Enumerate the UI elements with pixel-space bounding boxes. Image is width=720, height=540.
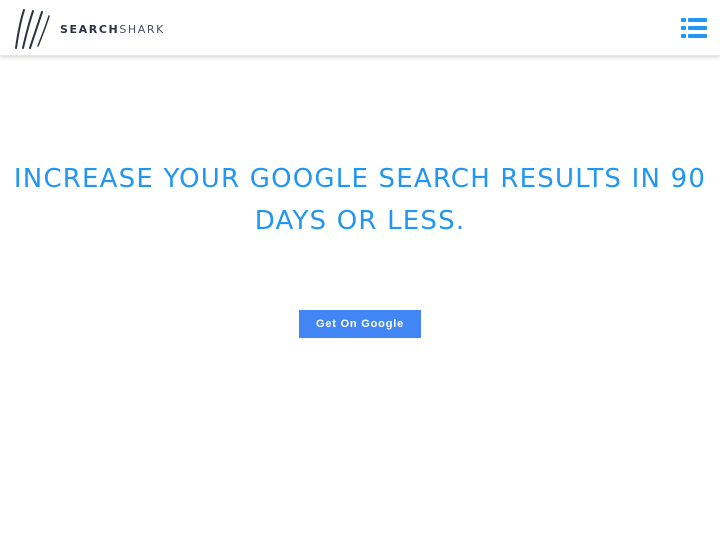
get-on-google-button[interactable]: Get On Google xyxy=(299,310,421,338)
searchshark-logo[interactable]: SEARCHSHARK xyxy=(14,8,165,50)
logo-text-search: SEARCH xyxy=(60,22,120,36)
list-menu-icon xyxy=(681,18,707,38)
logo-text-shark: SHARK xyxy=(119,22,165,36)
site-header: SEARCHSHARK xyxy=(0,0,720,56)
hero-title: INCREASE YOUR GOOGLE SEARCH RESULTS IN 9… xyxy=(13,164,707,236)
menu-button[interactable] xyxy=(680,16,708,40)
shark-fin-logo-icon xyxy=(15,9,50,49)
logo-wordmark: SEARCHSHARK xyxy=(60,23,165,36)
